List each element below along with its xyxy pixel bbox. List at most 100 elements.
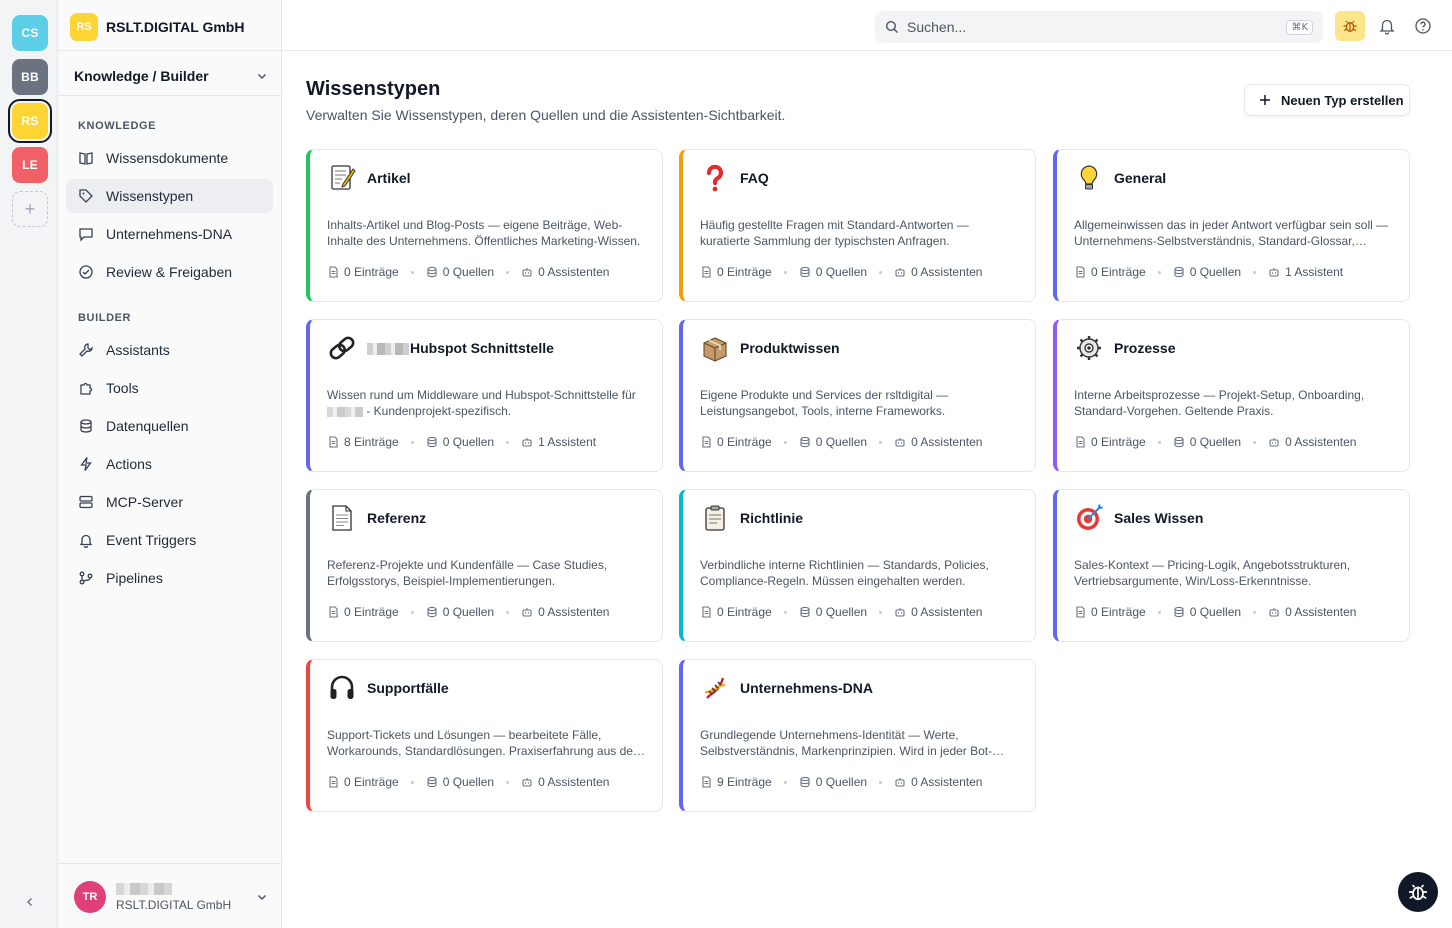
book-icon xyxy=(79,152,93,165)
robot-icon xyxy=(1269,608,1279,617)
card-description: Wissen rund um Middleware und Hubspot-Sc… xyxy=(327,387,646,419)
sidebar-item-wissenstypen[interactable]: Wissenstypen xyxy=(66,179,273,213)
sidebar-item-wissensdokumente[interactable]: Wissensdokumente xyxy=(66,141,273,175)
debug-button[interactable] xyxy=(1335,11,1365,41)
separator-dot xyxy=(410,270,414,274)
knowledge-type-card[interactable]: Produktwissen Eigene Produkte und Service… xyxy=(679,319,1036,472)
sources-count-text: 0 Quellen xyxy=(442,435,495,449)
separator-dot xyxy=(879,610,883,614)
memo-icon xyxy=(327,163,357,193)
knowledge-type-card[interactable]: Sales Wissen Sales-Kontext — Pricing-Logi… xyxy=(1053,489,1410,642)
entries-count-text: 0 Einträge xyxy=(1091,265,1146,279)
knowledge-type-card[interactable]: Hubspot Schnittstelle Wissen rund um Midd… xyxy=(306,319,663,472)
sources-count-text: 0 Quellen xyxy=(815,265,868,279)
sidebar-item-actions[interactable]: Actions xyxy=(66,447,273,481)
divider xyxy=(58,863,282,864)
separator-dot xyxy=(1157,610,1161,614)
workspace-avatar[interactable]: RS xyxy=(8,99,52,143)
separator-dot xyxy=(783,270,787,274)
chevron-down-icon xyxy=(257,894,267,901)
dna-icon xyxy=(700,673,730,703)
sidebar-item-tools[interactable]: Tools xyxy=(66,371,273,405)
debug-fab[interactable] xyxy=(1398,872,1438,912)
entries-count-text: 9 Einträge xyxy=(717,775,772,789)
document-icon xyxy=(1076,266,1085,278)
card-stats: 9 Einträge 0 Quellen 0 Assistenten xyxy=(700,775,1019,789)
card-stats: 0 Einträge 0 Quellen 1 Assistent xyxy=(1074,265,1393,279)
database-icon xyxy=(1174,266,1184,278)
search-input[interactable]: Suchen... ⌘K xyxy=(875,11,1323,43)
sources-count-text: 0 Quellen xyxy=(815,775,868,789)
database-icon xyxy=(800,606,810,618)
server-icon xyxy=(79,495,93,509)
collapse-sidebar-icon[interactable] xyxy=(20,892,40,912)
workspace-avatar[interactable]: BB xyxy=(12,59,48,95)
separator-dot xyxy=(1253,440,1257,444)
database-icon xyxy=(427,266,437,278)
knowledge-type-card[interactable]: Artikel Inhalts-Artikel und Blog-Posts — … xyxy=(306,149,663,302)
knowledge-type-card[interactable]: FAQ Häufig gestellte Fragen mit Standard-… xyxy=(679,149,1036,302)
separator-dot xyxy=(879,270,883,274)
help-icon[interactable] xyxy=(1414,17,1432,35)
sidebar-item-assistants[interactable]: Assistants xyxy=(66,333,273,367)
org-switcher[interactable]: RS RSLT.DIGITAL GmbH xyxy=(70,12,244,42)
card-title: Unternehmens-DNA xyxy=(740,680,873,696)
card-title-text: Richtlinie xyxy=(740,510,804,526)
sources-count-text: 0 Quellen xyxy=(442,775,495,789)
entries-count-text: 0 Einträge xyxy=(717,435,772,449)
card-stats: 0 Einträge 0 Quellen 0 Assistenten xyxy=(327,605,646,619)
sidebar-item-pipelines[interactable]: Pipelines xyxy=(66,561,273,595)
sidebar-item-mcp-server[interactable]: MCP-Server xyxy=(66,485,273,519)
document-icon xyxy=(702,606,711,618)
sources-count: 0 Quellen xyxy=(799,435,867,449)
separator-dot xyxy=(1157,440,1161,444)
pipeline-icon xyxy=(79,571,93,585)
sources-count-text: 0 Quellen xyxy=(1189,265,1242,279)
card-title: Supportfälle xyxy=(367,680,449,696)
tag-icon xyxy=(79,189,93,203)
new-type-button[interactable]: Neuen Typ erstellen xyxy=(1244,84,1410,116)
database-icon xyxy=(80,419,92,433)
workspace-avatar[interactable]: CS xyxy=(12,15,48,51)
knowledge-type-card[interactable]: Referenz Referenz-Projekte und Kundenfäll… xyxy=(306,489,663,642)
knowledge-type-card[interactable]: Prozesse Interne Arbeitsprozesse — Projek… xyxy=(1053,319,1410,472)
entries-count-text: 0 Einträge xyxy=(717,265,772,279)
card-description-text: Interne Arbeitsprozesse — Projekt-Setup,… xyxy=(1074,388,1365,418)
card-stats: 0 Einträge 0 Quellen 0 Assistenten xyxy=(327,265,646,279)
card-description-text: Grundlegende Unternehmens-Identität — We… xyxy=(700,728,993,758)
card-stats: 0 Einträge 0 Quellen 0 Assistenten xyxy=(1074,435,1393,449)
assistants-count-text: 0 Assistenten xyxy=(1285,605,1357,619)
separator-dot xyxy=(783,440,787,444)
separator-dot xyxy=(1157,270,1161,274)
add-workspace-button[interactable]: + xyxy=(12,191,48,227)
sources-count: 0 Quellen xyxy=(1173,435,1241,449)
search-icon xyxy=(885,20,898,33)
card-stats: 0 Einträge 0 Quellen 0 Assistenten xyxy=(700,605,1019,619)
bell-icon[interactable] xyxy=(1378,17,1396,35)
context-switcher[interactable]: Knowledge / Builder xyxy=(74,64,268,88)
workspace-avatar[interactable]: LE xyxy=(12,147,48,183)
entries-count-text: 0 Einträge xyxy=(717,605,772,619)
knowledge-type-card[interactable]: Richtlinie Verbindliche interne Richtlini… xyxy=(679,489,1036,642)
robot-icon xyxy=(1269,268,1279,277)
sidebar-item-label: Tools xyxy=(106,380,139,396)
sidebar-item-datenquellen[interactable]: Datenquellen xyxy=(66,409,273,443)
sidebar-item-unternehmens-dna[interactable]: Unternehmens-DNA xyxy=(66,217,273,251)
user-menu[interactable]: TR RSLT.DIGITAL GmbH xyxy=(74,880,268,914)
entries-count: 0 Einträge xyxy=(700,605,772,619)
sidebar-item-event-triggers[interactable]: Event Triggers xyxy=(66,523,273,557)
entries-count: 8 Einträge xyxy=(327,435,399,449)
card-stats: 8 Einträge 0 Quellen 1 Assistent xyxy=(327,435,646,449)
knowledge-type-card[interactable]: Unternehmens-DNA Grundlegende Unternehmen… xyxy=(679,659,1036,812)
knowledge-type-card[interactable]: Supportfälle Support-Tickets und Lösungen… xyxy=(306,659,663,812)
entries-count: 0 Einträge xyxy=(1074,265,1146,279)
sidebar-item-review-freigaben[interactable]: Review & Freigaben xyxy=(66,255,273,289)
divider xyxy=(58,95,282,96)
search-placeholder: Suchen... xyxy=(907,19,967,35)
document-icon xyxy=(702,436,711,448)
avatar: TR xyxy=(74,881,106,913)
assistants-count-text: 0 Assistenten xyxy=(538,265,610,279)
robot-icon xyxy=(522,438,532,447)
robot-icon xyxy=(522,778,532,787)
knowledge-type-card[interactable]: General Allgemeinwissen das in jeder Antw… xyxy=(1053,149,1410,302)
